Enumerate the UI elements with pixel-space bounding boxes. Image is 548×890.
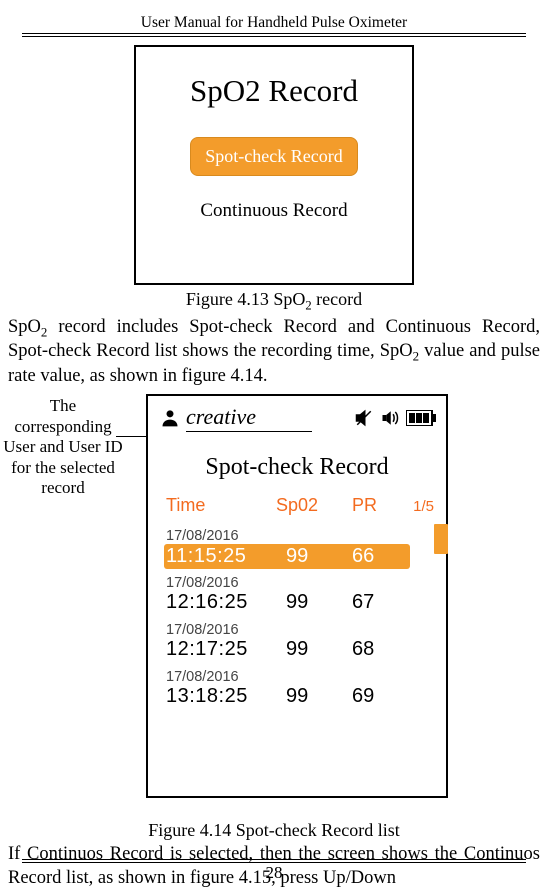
mute-icon bbox=[354, 409, 374, 427]
spo2-record-title: SpO2 Record bbox=[136, 73, 412, 109]
continuous-record-option[interactable]: Continuous Record bbox=[136, 200, 412, 222]
record-date: 17/08/2016 bbox=[166, 622, 446, 638]
paragraph-1: SpO2 record includes Spot-check Record a… bbox=[8, 316, 540, 389]
record-date: 17/08/2016 bbox=[166, 575, 446, 591]
record-row[interactable]: 12:16:25 99 67 bbox=[166, 591, 446, 616]
col-time: Time bbox=[166, 495, 276, 516]
figure-4-14-caption: Figure 4.14 Spot-check Record list bbox=[0, 820, 548, 841]
record-spo2: 99 bbox=[286, 591, 352, 614]
user-icon bbox=[160, 407, 180, 429]
col-spo2: Sp02 bbox=[276, 495, 352, 516]
spot-check-title: Spot-check Record bbox=[148, 454, 446, 481]
record-spo2: 99 bbox=[286, 685, 352, 708]
record-time: 11:15:25 bbox=[164, 545, 286, 568]
record-spo2: 99 bbox=[286, 638, 352, 661]
record-time: 12:16:25 bbox=[166, 591, 286, 614]
page-number: 28 bbox=[0, 863, 548, 883]
record-time: 13:18:25 bbox=[166, 685, 286, 708]
page-header: User Manual for Handheld Pulse Oximeter bbox=[22, 14, 526, 34]
page-indicator: 1/5 bbox=[392, 498, 434, 515]
col-pr: PR bbox=[352, 495, 392, 516]
record-row[interactable]: 13:18:25 99 69 bbox=[166, 685, 446, 710]
spot-check-record-screen: creative Spot-check Record Time Sp02 PR … bbox=[146, 394, 448, 798]
record-pr: 68 bbox=[352, 638, 392, 661]
record-pr: 69 bbox=[352, 685, 392, 708]
record-spo2: 99 bbox=[286, 545, 352, 568]
record-time: 12:17:25 bbox=[166, 638, 286, 661]
record-date: 17/08/2016 bbox=[166, 669, 446, 685]
battery-icon bbox=[406, 410, 436, 426]
figure-4-13-caption: Figure 4.13 SpO2 record bbox=[0, 289, 548, 314]
column-headers: Time Sp02 PR 1/5 bbox=[148, 495, 446, 522]
record-list: 17/08/2016 11:15:25 99 66 17/08/2016 12:… bbox=[148, 528, 446, 710]
status-bar: creative bbox=[148, 396, 446, 436]
spo2-record-screen: SpO2 Record Spot-check Record Continuous… bbox=[134, 45, 414, 285]
user-name-label: creative bbox=[186, 404, 312, 432]
figure-4-13: SpO2 Record Spot-check Record Continuous… bbox=[0, 45, 548, 314]
scrollbar-thumb[interactable] bbox=[434, 524, 448, 554]
record-row-selected[interactable]: 11:15:25 99 66 bbox=[164, 544, 410, 569]
spot-check-record-button[interactable]: Spot-check Record bbox=[190, 137, 357, 176]
annotation-user-id: The corresponding User and User ID for t… bbox=[0, 396, 126, 498]
record-pr: 66 bbox=[352, 545, 392, 568]
sound-icon bbox=[380, 409, 400, 427]
record-pr: 67 bbox=[352, 591, 392, 614]
record-row[interactable]: 12:17:25 99 68 bbox=[166, 638, 446, 663]
record-date: 17/08/2016 bbox=[166, 528, 446, 544]
